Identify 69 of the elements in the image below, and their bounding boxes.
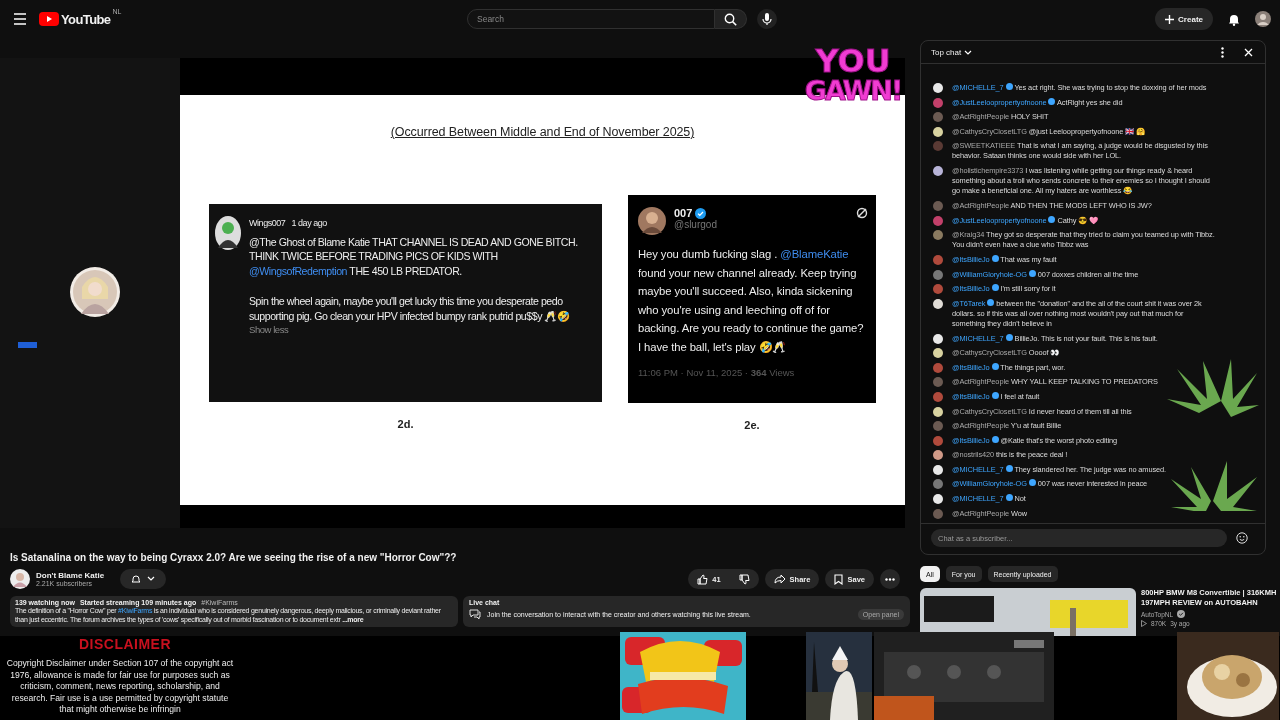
tag-marker [18,342,37,348]
post-timestamp: 11:06 PM · Nov 11, 2025 · 364 Views [638,367,795,378]
member-badge-icon [991,392,999,399]
bell-caret-icon [131,574,156,584]
account-avatar[interactable] [1255,11,1271,27]
thumbs-up-icon [697,573,709,585]
user-avatar[interactable] [933,333,943,344]
comment-text: THE 450 LB PREDATOR. [349,264,462,277]
slide-heading: (Occurred Between Middle and End of November 2025) [390,125,695,139]
member-badge-icon [1005,464,1013,472]
thumbs-down-icon [738,573,750,585]
member-badge-icon [1048,97,1056,105]
user-avatar[interactable] [933,406,943,417]
comment-text: @The Ghost of Blame Katie THAT CHANNEL IS DEAD AND GONE BITCH. THINK TWICE BEFORE TRADING PICS OF KIDS WITH [249,235,578,262]
comment-author: Wings007 [249,217,286,230]
figure-caption: 2d. [397,418,414,430]
member-badge-icon [1028,479,1036,487]
comment-time: 1 day ago [291,217,327,230]
sticker-text: YOU [815,45,891,77]
description-box[interactable] [10,596,458,627]
mention-link[interactable]: @WingsofRedemption [249,264,348,277]
post-author: 007 [674,207,693,219]
member-badge-icon [1005,494,1013,502]
user-avatar [638,207,666,235]
member-badge-icon [991,435,999,443]
circle-slash-icon [856,207,868,219]
caret-icon [964,49,973,55]
chat-bubble-icon [469,609,481,620]
user-avatar[interactable] [933,126,943,137]
search-field[interactable]: Search [467,9,715,29]
figure-caption: 2e. [744,419,760,431]
plus-icon [1165,14,1175,24]
share-arrow-icon [773,574,786,584]
microphone-button[interactable] [757,9,777,29]
search-icon [724,12,737,26]
bookmark-icon [834,573,844,585]
chat-mode-dropdown[interactable]: Top chat [931,47,973,57]
play-logo-icon [39,12,59,26]
user-avatar[interactable] [933,298,943,309]
user-avatar[interactable] [933,348,943,359]
comment-text: Spin the wheel again, maybe you'll get lucky this time you desperate pedo supporting pig. Go clean your HPV infected bumpy rank putrid pu$$y 🥂🤣 [249,294,571,323]
mention-link[interactable]: @BlameKatie [780,248,849,260]
member-badge-icon [1005,333,1013,341]
disclaimer-text: Copyright Disclaimer under Section 107 of the copyright act 1976, allowance is made for fair use for purposes such as criticism, comment, news reporting, scholarship, and research. Fair use is a use permitted by copyright statute that might otherwise be infringin [5,658,235,716]
microphone-icon [762,12,772,26]
channel-avatar[interactable] [10,569,30,589]
user-avatar[interactable] [933,494,943,505]
user-avatar[interactable] [933,166,943,177]
post-handle: @slurgod [674,219,717,230]
user-avatar[interactable] [933,464,943,475]
search-button[interactable] [715,9,747,29]
user-avatar[interactable] [933,450,943,461]
member-badge-icon [1048,215,1056,223]
member-badge-icon [1028,269,1036,277]
member-badge-icon [991,254,999,262]
user-avatar [215,216,241,250]
logo-text[interactable]: YouTube [61,11,111,27]
member-badge-icon [991,362,999,370]
post-text: found your new channel already. Keep trying maybe you'll succeed. Also, kinda sickening who you're using and leeching off of for backing. Are you ready to continue the game? I have the ball, let's play 🤣🥂 [638,266,864,353]
post-text: Hey you dumb fucking slag . [638,248,778,260]
subscription-bell-button[interactable] [120,569,167,589]
create-button[interactable]: Create [1155,8,1213,30]
channel-name[interactable]: Don't Blame Katie [36,571,105,580]
user-avatar[interactable] [933,82,943,93]
video-title: Is Satanalina on the way to being Cyraxx 2.0? Are we seeing the rise of a new "Horror Cow"?? [10,552,458,563]
more-icon[interactable] [880,569,900,589]
disclaimer-heading: DISCLAIMER [78,636,172,652]
show-less-link[interactable]: Show less [249,323,594,338]
member-badge-icon [1005,82,1013,90]
